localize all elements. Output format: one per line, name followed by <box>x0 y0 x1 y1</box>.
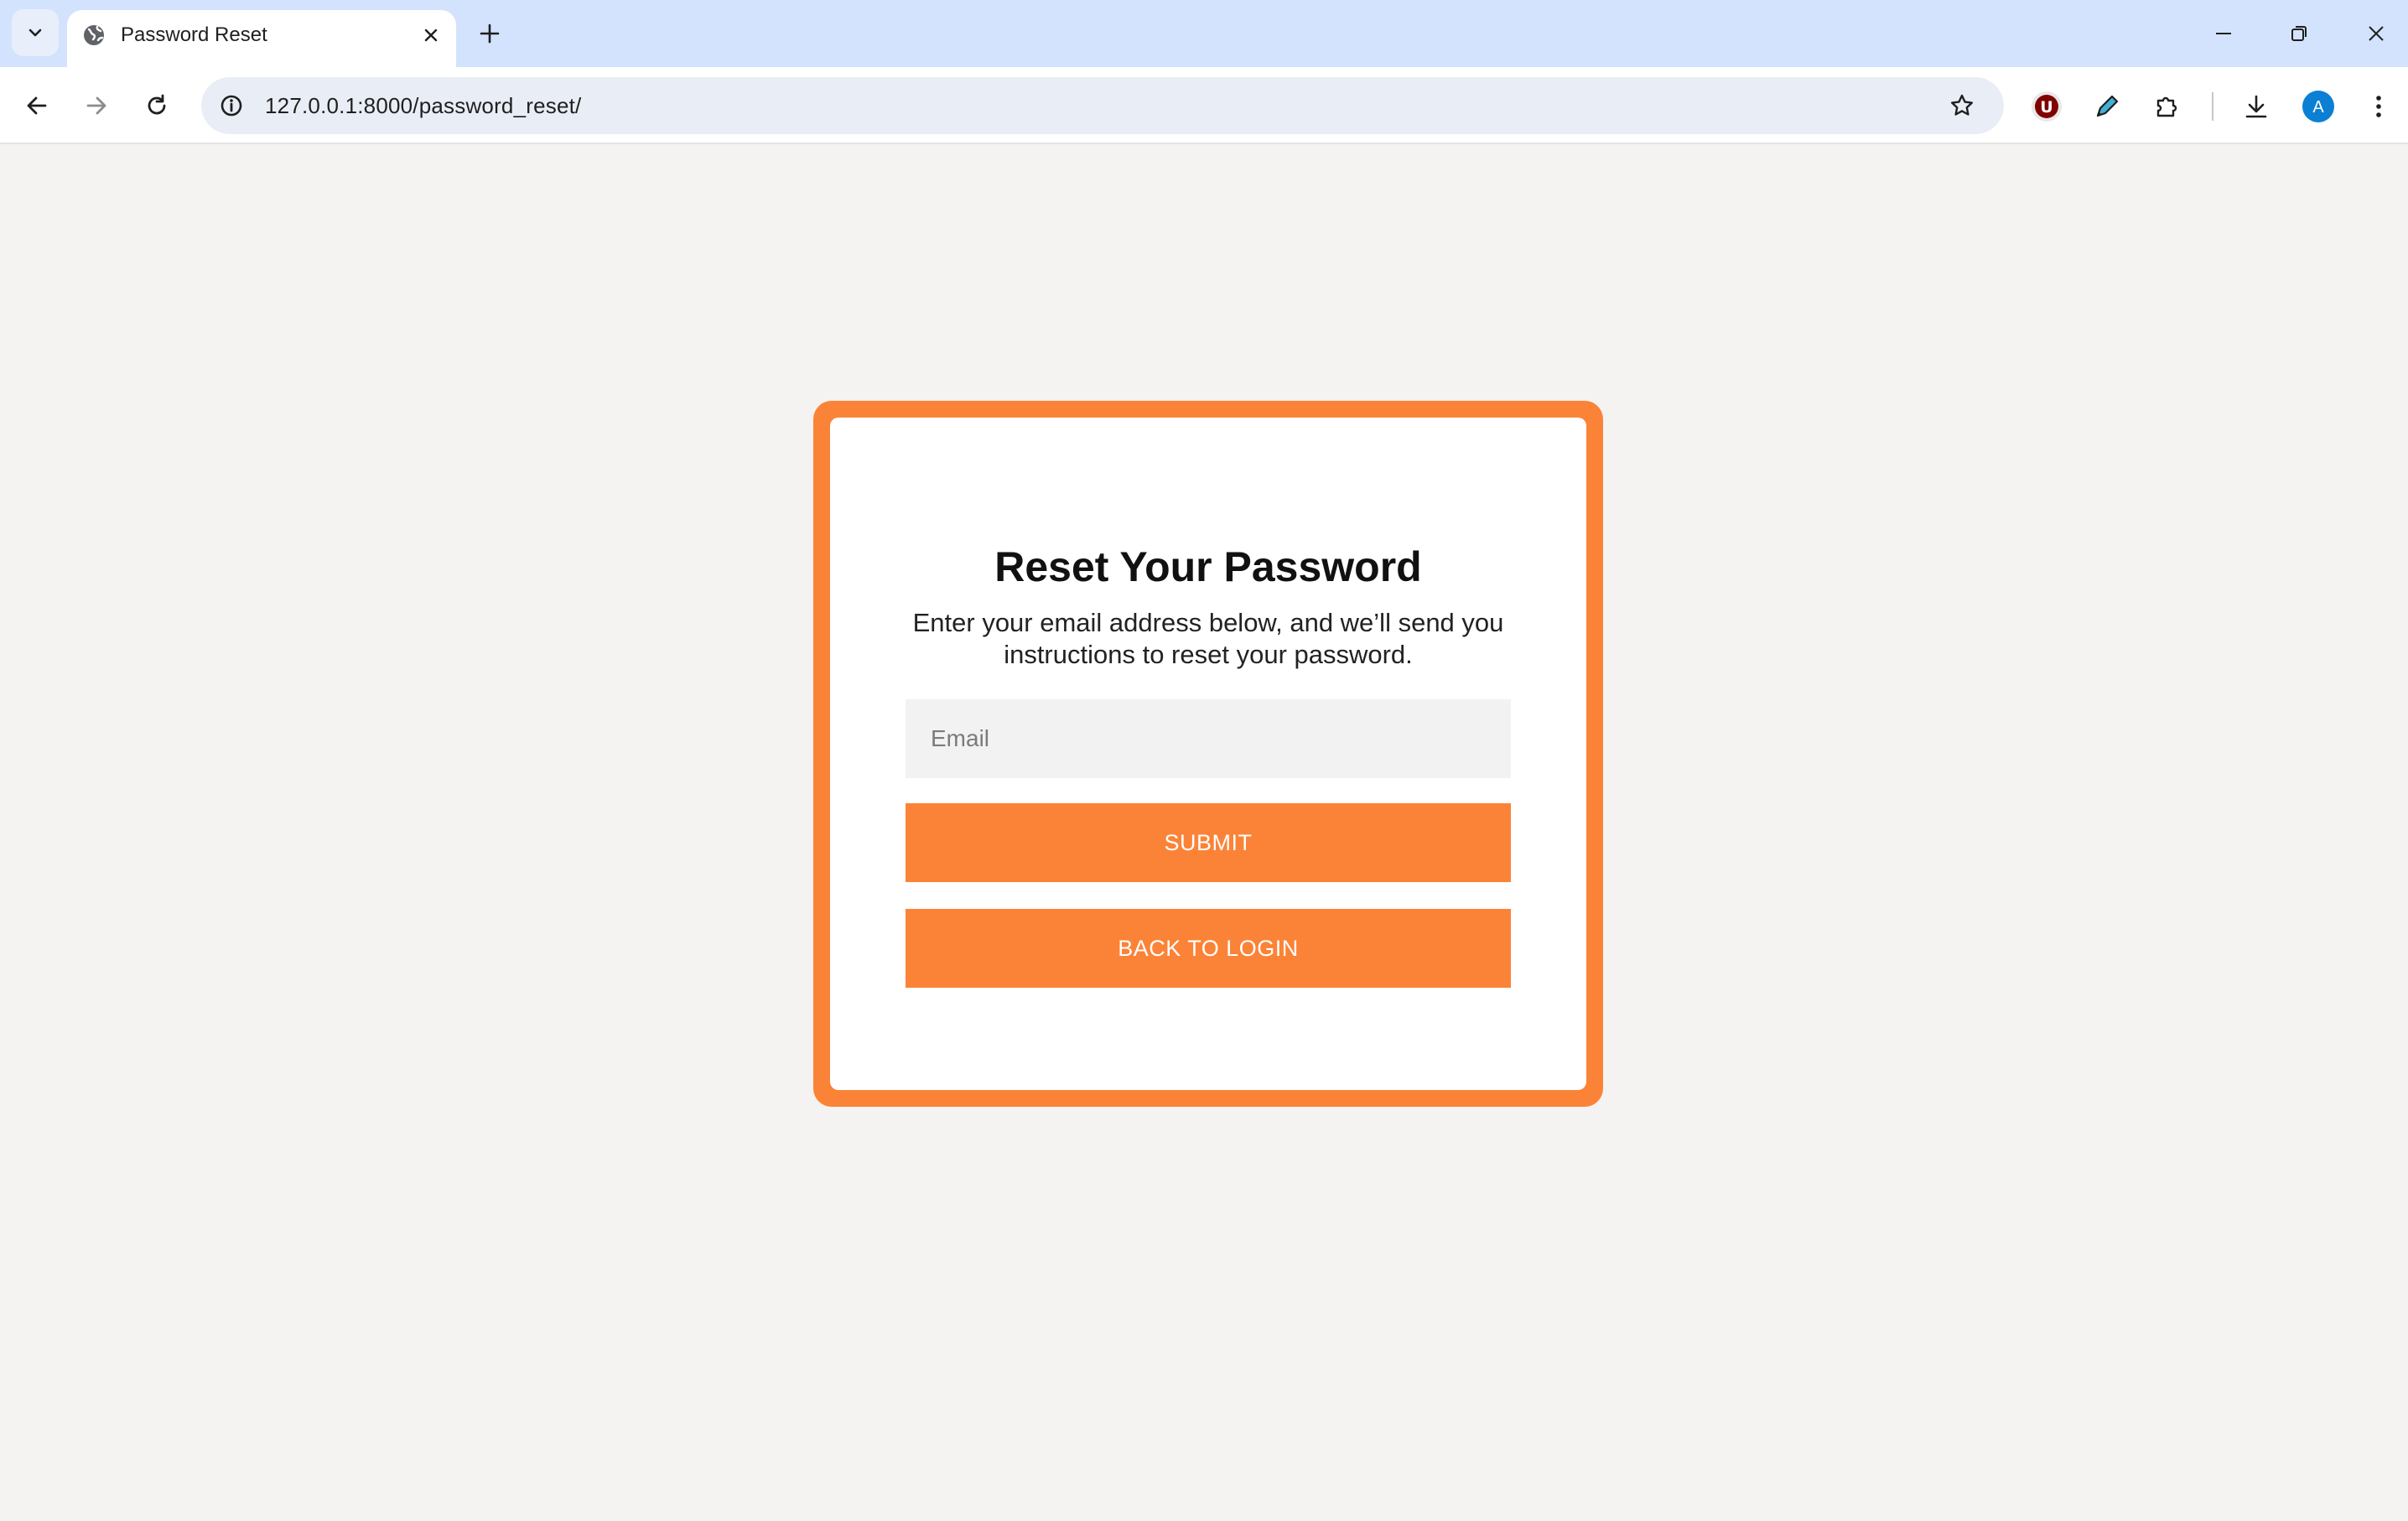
new-tab-button[interactable] <box>473 17 506 50</box>
tab-close-button[interactable] <box>418 22 444 49</box>
back-to-login-button[interactable]: BACK TO LOGIN <box>906 909 1511 988</box>
page-description: Enter your email address below, and we’l… <box>912 608 1504 669</box>
highlighter-icon <box>2096 95 2119 117</box>
star-icon <box>1951 94 1973 116</box>
submit-button[interactable]: SUBMIT <box>906 803 1511 882</box>
restore-button[interactable] <box>2281 15 2317 52</box>
reset-card-border: Reset Your Password Enter your email add… <box>813 401 1603 1107</box>
address-bar[interactable]: 127.0.0.1:8000/password_reset/ <box>201 77 2004 134</box>
globe-icon <box>84 25 104 45</box>
reset-card: Reset Your Password Enter your email add… <box>830 418 1586 1090</box>
site-info-button[interactable] <box>211 86 252 126</box>
tab-strip: Password Reset <box>0 0 2408 67</box>
svg-text:A: A <box>2312 98 2324 117</box>
info-icon <box>221 95 242 117</box>
profile-button[interactable]: A <box>2299 87 2338 126</box>
close-icon <box>424 29 438 42</box>
url-text[interactable]: 127.0.0.1:8000/password_reset/ <box>265 91 581 121</box>
forward-button[interactable] <box>76 86 117 126</box>
email-field[interactable] <box>906 699 1511 778</box>
highlighter-extension-button[interactable] <box>2088 87 2126 126</box>
back-button[interactable] <box>17 86 57 126</box>
arrow-right-icon <box>86 96 106 115</box>
active-tab[interactable]: Password Reset <box>67 10 456 67</box>
extensions-button[interactable] <box>2148 87 2187 126</box>
reload-button[interactable] <box>137 86 177 126</box>
more-vertical-icon <box>2376 96 2381 117</box>
browser-menu-button[interactable] <box>2359 87 2398 126</box>
close-window-icon <box>2369 26 2384 41</box>
plus-icon <box>480 23 500 44</box>
toolbar-divider <box>2212 92 2213 121</box>
puzzle-icon <box>2156 96 2177 117</box>
tab-title: Password Reset <box>121 23 267 46</box>
download-icon <box>2245 95 2267 118</box>
svg-text:U: U <box>2040 98 2053 117</box>
page-title: Reset Your Password <box>994 543 1422 590</box>
arrow-left-icon <box>27 96 47 115</box>
minimize-icon <box>2216 33 2231 34</box>
chevron-down-icon <box>29 29 42 37</box>
bookmark-button[interactable] <box>1944 87 1980 124</box>
close-window-button[interactable] <box>2358 15 2395 52</box>
downloads-button[interactable] <box>2237 87 2276 126</box>
browser-toolbar: 127.0.0.1:8000/password_reset/ U A <box>0 67 2408 144</box>
avatar: A <box>2302 91 2334 122</box>
ublock-icon: U <box>2032 91 2062 122</box>
tab-search-button[interactable] <box>12 9 59 56</box>
minimize-button[interactable] <box>2205 15 2242 52</box>
ublock-extension-button[interactable]: U <box>2027 87 2066 126</box>
restore-icon <box>2291 26 2307 41</box>
reload-icon <box>148 94 166 115</box>
